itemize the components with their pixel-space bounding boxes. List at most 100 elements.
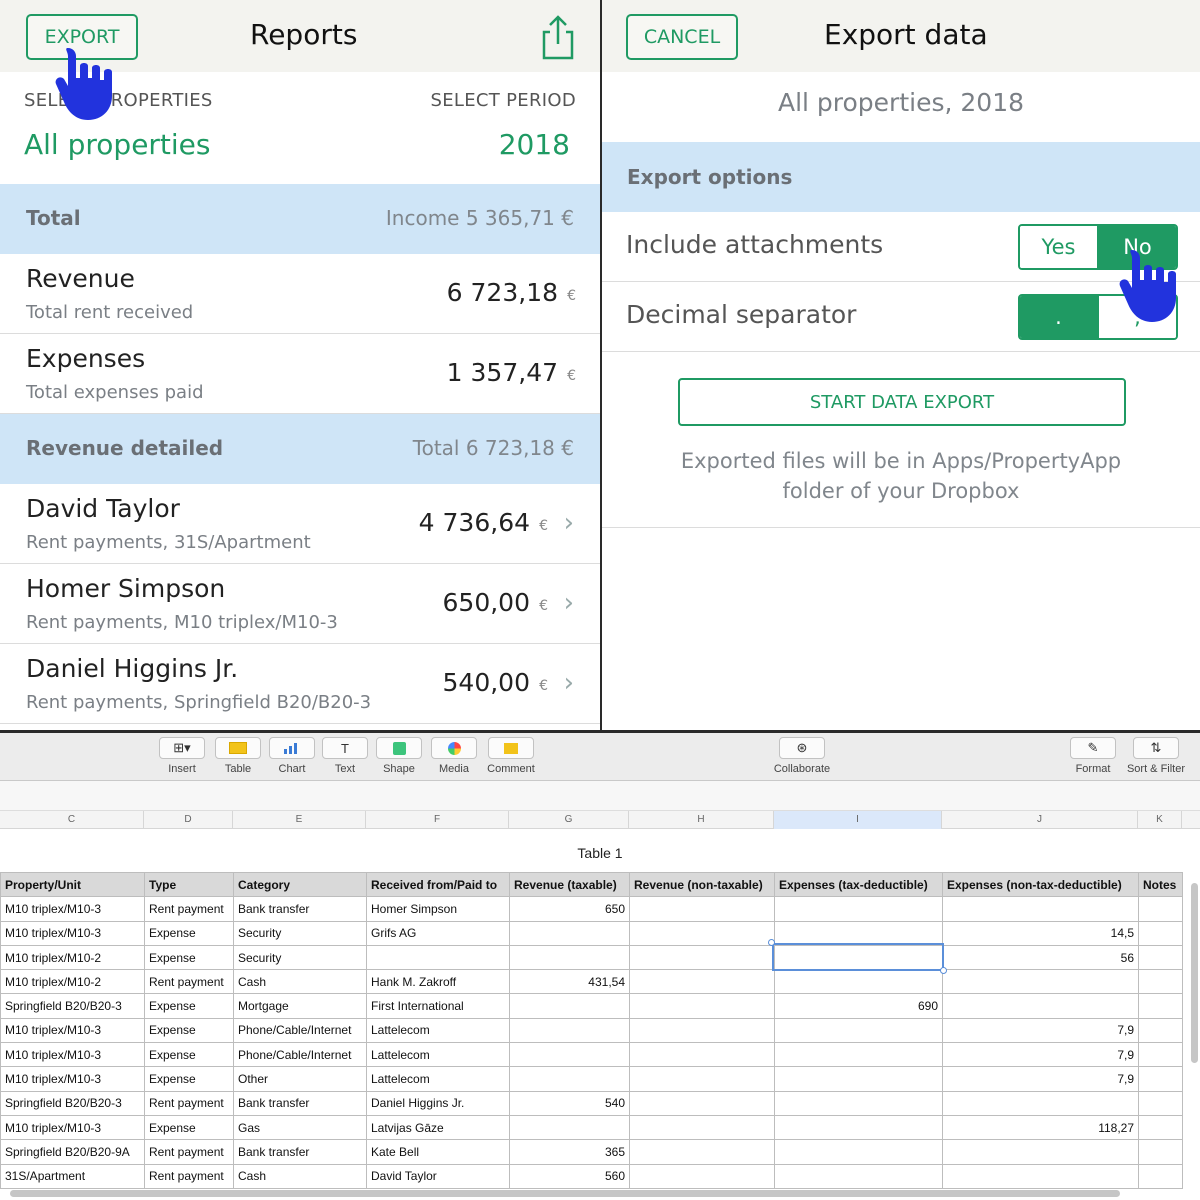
table-cell[interactable]: 56 [942, 944, 1139, 971]
table-cell[interactable]: Lattelecom [366, 1066, 510, 1092]
table-cell[interactable] [774, 896, 943, 922]
table-cell[interactable]: M10 triplex/M10-3 [0, 1066, 145, 1092]
column-letter[interactable]: G [509, 811, 629, 829]
table-cell[interactable]: Expense [144, 1017, 234, 1044]
column-letter[interactable]: D [144, 811, 233, 829]
table-cell[interactable]: Rent payment [144, 1090, 234, 1116]
table-cell[interactable] [1138, 1139, 1183, 1165]
table-cell[interactable]: Lattelecom [366, 1042, 510, 1068]
table-cell[interactable]: 540 [509, 1090, 630, 1116]
table-cell[interactable] [774, 1042, 943, 1068]
table-cell[interactable]: Kate Bell [366, 1139, 510, 1165]
table-cell[interactable] [774, 1114, 943, 1141]
table-cell[interactable]: Hank M. Zakroff [366, 969, 510, 995]
table-cell[interactable] [1138, 969, 1183, 995]
table-cell[interactable] [774, 1017, 943, 1044]
table-cell[interactable]: 31S/Apartment [0, 1163, 145, 1189]
table-cell[interactable] [1138, 944, 1183, 971]
table-button[interactable]: Table [214, 737, 262, 775]
cancel-button[interactable]: CANCEL [626, 14, 738, 60]
table-cell[interactable]: 560 [509, 1163, 630, 1189]
table-cell[interactable] [1138, 993, 1183, 1019]
table-cell[interactable]: Security [233, 944, 367, 971]
table-cell[interactable]: M10 triplex/M10-3 [0, 920, 145, 946]
table-cell[interactable]: 431,54 [509, 969, 630, 995]
table-cell[interactable]: M10 triplex/M10-3 [0, 896, 145, 922]
table-cell[interactable] [1138, 1090, 1183, 1116]
column-letter[interactable]: C [0, 811, 144, 829]
table-cell[interactable] [509, 1042, 630, 1068]
table-cell[interactable]: M10 triplex/M10-3 [0, 1017, 145, 1044]
table-cell[interactable] [774, 920, 943, 946]
column-header[interactable]: Category [233, 871, 367, 898]
table-cell[interactable]: Expense [144, 920, 234, 946]
table-cell[interactable]: Expense [144, 1066, 234, 1092]
table-cell[interactable]: Gas [233, 1114, 367, 1141]
table-cell[interactable] [629, 944, 775, 971]
table-cell[interactable]: Rent payment [144, 1139, 234, 1165]
table-cell[interactable]: Cash [233, 1163, 367, 1189]
table-cell[interactable]: Lattelecom [366, 1017, 510, 1044]
selection-handle[interactable] [940, 967, 947, 974]
table-cell[interactable]: M10 triplex/M10-3 [0, 1042, 145, 1068]
table-cell[interactable] [629, 1163, 775, 1189]
column-header[interactable]: Received from/Paid to [366, 871, 510, 898]
sort-filter-button[interactable]: ⇅ Sort & Filter [1122, 737, 1190, 775]
table-cell[interactable]: Springfield B20/B20-3 [0, 1090, 145, 1116]
table-cell[interactable] [942, 896, 1139, 922]
selected-cell[interactable] [772, 943, 944, 971]
column-letter[interactable]: E [233, 811, 366, 829]
column-header[interactable]: Type [144, 871, 234, 898]
table-cell[interactable]: 365 [509, 1139, 630, 1165]
table-cell[interactable] [774, 969, 943, 995]
table-cell[interactable] [509, 993, 630, 1019]
column-letter-selected[interactable]: I [774, 811, 942, 829]
horizontal-scrollbar[interactable] [10, 1190, 1120, 1197]
table-cell[interactable] [774, 1163, 943, 1189]
table-cell[interactable] [629, 1017, 775, 1044]
table-cell[interactable]: Phone/Cable/Internet [233, 1042, 367, 1068]
start-data-export-button[interactable]: START DATA EXPORT [678, 378, 1126, 426]
tenant-row[interactable]: Homer Simpson Rent payments, M10 triplex… [0, 564, 600, 644]
table-cell[interactable] [1138, 1017, 1183, 1044]
table-cell[interactable]: Cash [233, 969, 367, 995]
column-header[interactable]: Revenue (taxable) [509, 871, 630, 898]
table-cell[interactable]: Bank transfer [233, 1090, 367, 1116]
table-cell[interactable]: Rent payment [144, 969, 234, 995]
vertical-scrollbar[interactable] [1191, 883, 1198, 1063]
table-cell[interactable] [942, 1139, 1139, 1165]
text-button[interactable]: T Text [322, 737, 368, 775]
table-cell[interactable] [1138, 1163, 1183, 1189]
table-cell[interactable] [774, 1090, 943, 1116]
table-cell[interactable]: 7,9 [942, 1066, 1139, 1092]
table-cell[interactable] [509, 944, 630, 971]
shape-button[interactable]: Shape [376, 737, 422, 775]
table-cell[interactable] [629, 993, 775, 1019]
table-cell[interactable] [942, 993, 1139, 1019]
table-cell[interactable]: Phone/Cable/Internet [233, 1017, 367, 1044]
table-cell[interactable] [1138, 920, 1183, 946]
table-cell[interactable]: Expense [144, 944, 234, 971]
table-cell[interactable]: Springfield B20/B20-9A [0, 1139, 145, 1165]
media-button[interactable]: Media [430, 737, 478, 775]
table-cell[interactable]: David Taylor [366, 1163, 510, 1189]
table-cell[interactable] [629, 1090, 775, 1116]
column-letter[interactable]: H [629, 811, 774, 829]
table-cell[interactable]: Latvijas Gāze [366, 1114, 510, 1141]
table-cell[interactable] [509, 1114, 630, 1141]
table-cell[interactable]: Springfield B20/B20-3 [0, 993, 145, 1019]
table-cell[interactable]: Other [233, 1066, 367, 1092]
table-cell[interactable] [509, 1066, 630, 1092]
insert-button[interactable]: ⊞▾ Insert [158, 737, 206, 775]
column-header[interactable]: Expenses (tax-deductible) [774, 871, 943, 898]
table-cell[interactable]: Security [233, 920, 367, 946]
table-title[interactable]: Table 1 [0, 845, 1200, 861]
tenant-row[interactable]: Daniel Higgins Jr. Rent payments, Spring… [0, 644, 600, 724]
period-value[interactable]: 2018 [499, 128, 570, 161]
table-cell[interactable]: Daniel Higgins Jr. [366, 1090, 510, 1116]
table-cell[interactable] [509, 1017, 630, 1044]
table-cell[interactable]: M10 triplex/M10-2 [0, 969, 145, 995]
table-cell[interactable] [942, 1090, 1139, 1116]
column-header[interactable]: Revenue (non-taxable) [629, 871, 775, 898]
share-icon[interactable] [540, 14, 576, 60]
